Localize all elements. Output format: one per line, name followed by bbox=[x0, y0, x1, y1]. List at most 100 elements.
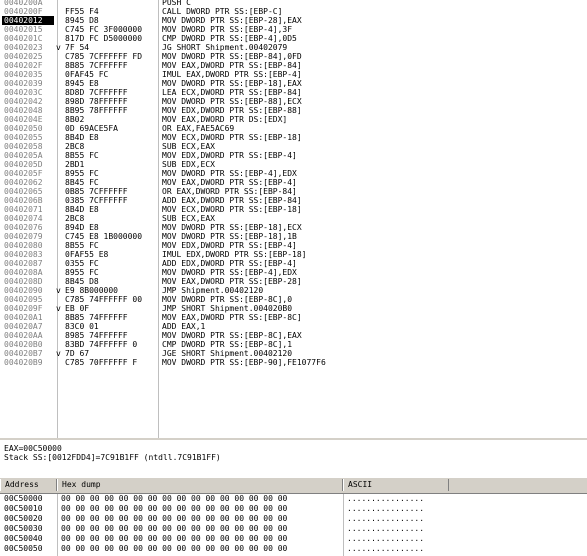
disasm-instruction: MOV EDX,DWORD PTR SS:[EBP-4] bbox=[162, 151, 297, 160]
hex-dump-column-header[interactable]: Hex dump bbox=[57, 479, 343, 491]
dump-row[interactable]: 00C50030 00 00 00 00 00 00 00 00 00 00 00… bbox=[0, 524, 587, 534]
disasm-hex: 8B85 74FFFFFF bbox=[65, 313, 128, 322]
disasm-row[interactable]: 00402050 0D 69ACE5FA OR EAX,FAE5AC69 bbox=[0, 124, 587, 133]
disasm-row[interactable]: 00402048 8B95 78FFFFFF MOV EDX,DWORD PTR S… bbox=[0, 106, 587, 115]
disasm-address: 00402042 bbox=[4, 97, 43, 106]
disasm-row[interactable]: 00402023 v 7F 54 JG SHORT Shipment.00402079 bbox=[0, 43, 587, 52]
disasm-address: 0040205D bbox=[4, 160, 43, 169]
disasm-hex: 8955 FC bbox=[65, 169, 99, 178]
disasm-instruction: LEA ECX,DWORD PTR SS:[EBP-84] bbox=[162, 88, 302, 97]
disasm-row[interactable]: 00402095 C785 74FFFFFF 00 MOV DWORD PTR SS… bbox=[0, 295, 587, 304]
disasm-row[interactable]: 00402071 8B4D E8 MOV ECX,DWORD PTR SS:[EBP… bbox=[0, 205, 587, 214]
disasm-row[interactable]: 00402065 0B85 7CFFFFFF OR EAX,DWORD PTR SS… bbox=[0, 187, 587, 196]
disasm-row[interactable]: 004020B0 83BD 74FFFFFF 0 CMP DWORD PTR SS:… bbox=[0, 340, 587, 349]
disasm-instruction: ADD EAX,1 bbox=[162, 322, 206, 331]
dump-row[interactable]: 00C50020 00 00 00 00 00 00 00 00 00 00 00… bbox=[0, 514, 587, 524]
disasm-address: 004020AA bbox=[4, 331, 43, 340]
disasm-row-current[interactable]: 00402012 8945 D8 MOV DWORD PTR SS:[EBP-28]… bbox=[0, 16, 587, 25]
disasm-row[interactable]: 00402015 C745 FC 3F000000 MOV DWORD PTR SS… bbox=[0, 25, 587, 34]
disasm-address: 00402025 bbox=[4, 52, 43, 61]
disasm-row[interactable]: 00402079 C745 E8 1B000000 MOV DWORD PTR SS… bbox=[0, 232, 587, 241]
disasm-address: 00402055 bbox=[4, 133, 43, 142]
dump-hex: 00 00 00 00 00 00 00 00 00 00 00 00 00 0… bbox=[61, 494, 288, 503]
disasm-row[interactable]: 0040203C 8D8D 7CFFFFFF LEA ECX,DWORD PTR S… bbox=[0, 88, 587, 97]
dump-hex: 00 00 00 00 00 00 00 00 00 00 00 00 00 0… bbox=[61, 514, 288, 523]
disasm-row[interactable]: 0040202F 8B85 7CFFFFFF MOV EAX,DWORD PTR S… bbox=[0, 61, 587, 70]
disasm-address: 00402076 bbox=[4, 223, 43, 232]
disasm-row[interactable]: 00402076 894D E8 MOV DWORD PTR SS:[EBP-18]… bbox=[0, 223, 587, 232]
dump-ascii: ................ bbox=[347, 494, 425, 503]
dump-row[interactable]: 00C50010 00 00 00 00 00 00 00 00 00 00 00… bbox=[0, 504, 587, 514]
disasm-row[interactable]: 0040200F FF55 F4 CALL DWORD PTR SS:[EBP-C] bbox=[0, 7, 587, 16]
disassembly-pane[interactable]: 0040200A PUSH C 0040200F FF55 F4 CALL DWORD … bbox=[0, 0, 587, 438]
disasm-row[interactable]: 0040208A 8955 FC MOV DWORD PTR SS:[EBP-4],… bbox=[0, 268, 587, 277]
disasm-address: 00402079 bbox=[4, 232, 43, 241]
disasm-row[interactable]: 00402074 2BC8 SUB ECX,EAX bbox=[0, 214, 587, 223]
disasm-row[interactable]: 00402090 v E9 8B000000 JMP Shipment.0040212… bbox=[0, 286, 587, 295]
disasm-instruction: CMP DWORD PTR SS:[EBP-4],0D5 bbox=[162, 34, 297, 43]
disasm-row[interactable]: 00402035 0FAF45 FC IMUL EAX,DWORD PTR SS:[… bbox=[0, 70, 587, 79]
disasm-instruction: MOV DWORD PTR SS:[EBP-88],ECX bbox=[162, 97, 302, 106]
disasm-row[interactable]: 0040204E 8B02 MOV EAX,DWORD PTR DS:[EDX] bbox=[0, 115, 587, 124]
disasm-row[interactable]: 00402083 0FAF55 E8 IMUL EDX,DWORD PTR SS:[… bbox=[0, 250, 587, 259]
disasm-address: 004020A1 bbox=[4, 313, 43, 322]
dump-row[interactable]: 00C50040 00 00 00 00 00 00 00 00 00 00 00… bbox=[0, 534, 587, 544]
disasm-address: 0040208D bbox=[4, 277, 43, 286]
disasm-hex: 8B85 7CFFFFFF bbox=[65, 61, 128, 70]
disasm-hex: 8B55 FC bbox=[65, 151, 99, 160]
disasm-hex: 83BD 74FFFFFF 0 bbox=[65, 340, 138, 349]
dump-header: Address Hex dump ASCII bbox=[0, 478, 587, 494]
disasm-hex: 0FAF55 E8 bbox=[65, 250, 109, 259]
disasm-hex: 83C0 01 bbox=[65, 322, 99, 331]
disasm-hex: C785 70FFFFFF F bbox=[65, 358, 138, 367]
dump-address: 00C50040 bbox=[4, 534, 43, 543]
disasm-hex: C745 E8 1B000000 bbox=[65, 232, 143, 241]
disasm-row[interactable]: 004020AA 8985 74FFFFFF MOV DWORD PTR SS:[E… bbox=[0, 331, 587, 340]
disasm-row[interactable]: 0040209F v EB 0F JMP SHORT Shipment.004020B… bbox=[0, 304, 587, 313]
dump-ascii: ................ bbox=[347, 534, 425, 543]
disasm-instruction: MOV ECX,DWORD PTR SS:[EBP-18] bbox=[162, 133, 302, 142]
disasm-row[interactable]: 00402025 C785 7CFFFFFF FD MOV DWORD PTR SS… bbox=[0, 52, 587, 61]
dump-ascii: ................ bbox=[347, 514, 425, 523]
disasm-row[interactable]: 00402042 898D 78FFFFFF MOV DWORD PTR SS:[E… bbox=[0, 97, 587, 106]
disasm-instruction: MOV EAX,DWORD PTR SS:[EBP-4] bbox=[162, 178, 297, 187]
disasm-row[interactable]: 004020B7 v 7D 67 JGE SHORT Shipment.0040212… bbox=[0, 349, 587, 358]
dump-row[interactable]: 00C50000 00 00 00 00 00 00 00 00 00 00 00… bbox=[0, 494, 587, 504]
disasm-address: 004020B0 bbox=[4, 340, 43, 349]
disasm-row[interactable]: 004020B9 C785 70FFFFFF F MOV DWORD PTR SS:… bbox=[0, 358, 587, 367]
disasm-hex: 894D E8 bbox=[65, 223, 99, 232]
disasm-address: 0040200F bbox=[4, 7, 43, 16]
disasm-address: 00402035 bbox=[4, 70, 43, 79]
disasm-row[interactable]: 0040205A 8B55 FC MOV EDX,DWORD PTR SS:[EBP… bbox=[0, 151, 587, 160]
disasm-hex: C785 74FFFFFF 00 bbox=[65, 295, 143, 304]
disasm-instruction: MOV DWORD PTR SS:[EBP-84],0FD bbox=[162, 52, 302, 61]
disasm-row[interactable]: 0040206B 0385 7CFFFFFF ADD EAX,DWORD PTR S… bbox=[0, 196, 587, 205]
disasm-row[interactable]: 004020A7 83C0 01 ADD EAX,1 bbox=[0, 322, 587, 331]
disasm-row[interactable]: 00402080 8B55 FC MOV EDX,DWORD PTR SS:[EBP… bbox=[0, 241, 587, 250]
disasm-instruction: IMUL EAX,DWORD PTR SS:[EBP-4] bbox=[162, 70, 302, 79]
disasm-row[interactable]: 0040205F 8955 FC MOV DWORD PTR SS:[EBP-4],… bbox=[0, 169, 587, 178]
disasm-instruction: IMUL EDX,DWORD PTR SS:[EBP-18] bbox=[162, 250, 307, 259]
disasm-row[interactable]: 00402087 0355 FC ADD EDX,DWORD PTR SS:[EBP… bbox=[0, 259, 587, 268]
disasm-row[interactable]: 00402055 8B4D E8 MOV ECX,DWORD PTR SS:[EBP… bbox=[0, 133, 587, 142]
disasm-hex: C785 7CFFFFFF FD bbox=[65, 52, 143, 61]
disasm-row[interactable]: 0040205D 2BD1 SUB EDX,ECX bbox=[0, 160, 587, 169]
disasm-row[interactable]: 0040200A PUSH C bbox=[0, 0, 587, 7]
disasm-row[interactable]: 0040201C 817D FC D5000000 CMP DWORD PTR SS… bbox=[0, 34, 587, 43]
disasm-row[interactable]: 00402058 2BC8 SUB ECX,EAX bbox=[0, 142, 587, 151]
dump-row[interactable]: 00C50050 00 00 00 00 00 00 00 00 00 00 00… bbox=[0, 544, 587, 554]
disasm-row[interactable]: 004020A1 8B85 74FFFFFF MOV EAX,DWORD PTR S… bbox=[0, 313, 587, 322]
disasm-row[interactable]: 00402039 8945 E8 MOV DWORD PTR SS:[EBP-18]… bbox=[0, 79, 587, 88]
dump-ascii: ................ bbox=[347, 504, 425, 513]
memory-dump-pane[interactable]: Address Hex dump ASCII 00C50000 00 00 00 … bbox=[0, 478, 587, 556]
disasm-address: 00402065 bbox=[4, 187, 43, 196]
disasm-hex: 2BC8 bbox=[65, 214, 85, 223]
disasm-row[interactable]: 0040208D 8B45 D8 MOV EAX,DWORD PTR SS:[EBP… bbox=[0, 277, 587, 286]
address-column-header[interactable]: Address bbox=[0, 479, 57, 491]
disasm-address: 00402062 bbox=[4, 178, 43, 187]
disasm-row[interactable]: 00402062 8B45 FC MOV EAX,DWORD PTR SS:[EBP… bbox=[0, 178, 587, 187]
ascii-column-header[interactable]: ASCII bbox=[343, 479, 449, 491]
disasm-hex: 8D8D 7CFFFFFF bbox=[65, 88, 128, 97]
disasm-address: 004020B9 bbox=[4, 358, 43, 367]
disasm-instruction: MOV EDX,DWORD PTR SS:[EBP-88] bbox=[162, 106, 302, 115]
